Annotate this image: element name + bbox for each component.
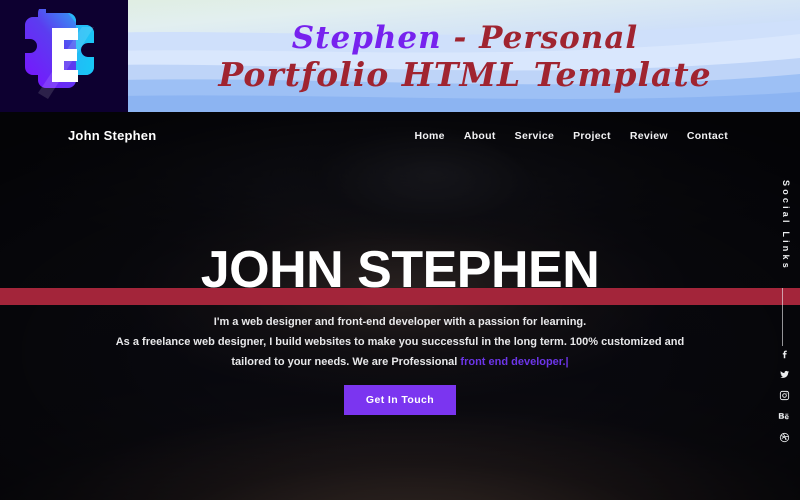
nav-item-home[interactable]: Home	[414, 130, 444, 142]
social-icon-list	[778, 348, 790, 443]
twitter-icon[interactable]	[779, 369, 790, 380]
banner-title-suffix: - Personal	[441, 20, 639, 57]
behance-icon[interactable]	[778, 411, 790, 422]
site-brand[interactable]: John Stephen	[68, 128, 156, 143]
nav-item-service[interactable]: Service	[515, 130, 554, 142]
banner-title-name: Stephen	[291, 20, 442, 57]
typing-caret: |	[565, 356, 569, 368]
banner-title-subline: Portfolio HTML Template	[218, 54, 712, 94]
hero-paragraph-line-1: I'm a web designer and front-end develop…	[213, 316, 587, 328]
banner-title: Stephen - Personal Portfolio HTML Templa…	[128, 0, 800, 112]
hero-section: John Stephen Home About Service Project …	[0, 112, 800, 500]
nav-item-about[interactable]: About	[464, 130, 496, 142]
social-links-label: Social Links	[781, 180, 791, 271]
facebook-icon[interactable]	[779, 348, 790, 359]
hero-paragraph: I'm a web designer and front-end develop…	[100, 312, 700, 372]
nav-menu: Home About Service Project Review Contac…	[414, 130, 728, 142]
promo-banner: Stephen - Personal Portfolio HTML Templa…	[0, 0, 800, 112]
dribbble-icon[interactable]	[779, 432, 790, 443]
hero-content: JOHN STEPHEN I'm a web designer and fron…	[0, 112, 800, 500]
site-navbar: John Stephen Home About Service Project …	[0, 112, 800, 164]
nav-item-review[interactable]: Review	[630, 130, 668, 142]
social-rail-divider	[782, 288, 783, 346]
instagram-icon[interactable]	[779, 390, 790, 401]
hero-paragraph-line-3: tailored to your needs. We are Professio…	[231, 356, 461, 368]
screenshot-root: Stephen - Personal Portfolio HTML Templa…	[0, 0, 800, 500]
nav-item-contact[interactable]: Contact	[687, 130, 728, 142]
hero-paragraph-line-2: As a freelance web designer, I build web…	[115, 336, 685, 348]
puzzle-c-logo-icon	[22, 4, 106, 104]
banner-logo-container	[0, 0, 128, 112]
hero-cta-wrapper: Get In Touch	[0, 385, 800, 415]
hero-heading: JOHN STEPHEN	[200, 241, 600, 299]
hero-typed-text: front end developer.	[460, 356, 566, 368]
nav-item-project[interactable]: Project	[573, 130, 611, 142]
get-in-touch-button[interactable]: Get In Touch	[343, 385, 457, 415]
social-links-rail: Social Links	[756, 112, 800, 500]
